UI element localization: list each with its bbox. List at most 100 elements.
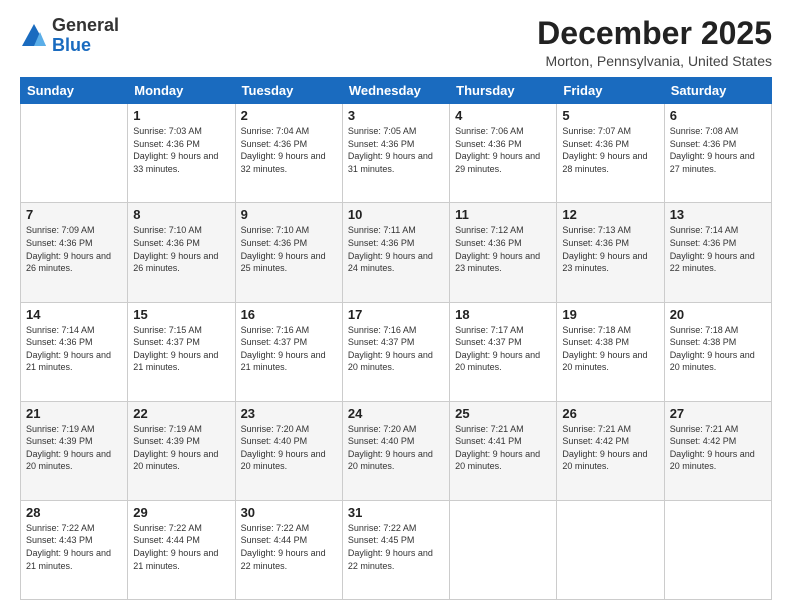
week-row-0: 1 Sunrise: 7:03 AMSunset: 4:36 PMDaylight…	[21, 104, 772, 203]
day-info: Sunrise: 7:10 AMSunset: 4:36 PMDaylight:…	[241, 224, 337, 274]
day-info: Sunrise: 7:22 AMSunset: 4:44 PMDaylight:…	[133, 522, 229, 572]
day-info: Sunrise: 7:20 AMSunset: 4:40 PMDaylight:…	[241, 423, 337, 473]
logo-text: General Blue	[52, 16, 119, 56]
day-info: Sunrise: 7:04 AMSunset: 4:36 PMDaylight:…	[241, 125, 337, 175]
day-info: Sunrise: 7:16 AMSunset: 4:37 PMDaylight:…	[241, 324, 337, 374]
day-number: 22	[133, 406, 229, 421]
header-friday: Friday	[557, 78, 664, 104]
calendar-cell: 5Sunrise: 7:07 AMSunset: 4:36 PMDaylight…	[557, 104, 664, 203]
calendar-table: SundayMondayTuesdayWednesdayThursdayFrid…	[20, 77, 772, 600]
logo: General Blue	[20, 16, 119, 56]
logo-general-text: General	[52, 15, 119, 35]
day-info: Sunrise: 7:13 AMSunset: 4:36 PMDaylight:…	[562, 224, 658, 274]
day-info: Sunrise: 7:18 AMSunset: 4:38 PMDaylight:…	[562, 324, 658, 374]
calendar-cell: 21 Sunrise: 7:19 AMSunset: 4:39 PMDayligh…	[21, 401, 128, 500]
day-number: 18	[455, 307, 551, 322]
calendar-cell	[664, 500, 771, 599]
week-row-4: 28 Sunrise: 7:22 AMSunset: 4:43 PMDayligh…	[21, 500, 772, 599]
day-info: Sunrise: 7:10 AMSunset: 4:36 PMDaylight:…	[133, 224, 229, 274]
day-number: 23	[241, 406, 337, 421]
day-number: 10	[348, 207, 444, 222]
calendar-cell: 13 Sunrise: 7:14 AMSunset: 4:36 PMDayligh…	[664, 203, 771, 302]
day-number: 12	[562, 207, 658, 222]
calendar-cell: 6 Sunrise: 7:08 AMSunset: 4:36 PMDaylight…	[664, 104, 771, 203]
title-area: December 2025 Morton, Pennsylvania, Unit…	[537, 16, 772, 69]
calendar-cell: 23 Sunrise: 7:20 AMSunset: 4:40 PMDayligh…	[235, 401, 342, 500]
day-info: Sunrise: 7:03 AMSunset: 4:36 PMDaylight:…	[133, 125, 229, 175]
calendar-cell: 3 Sunrise: 7:05 AMSunset: 4:36 PMDaylight…	[342, 104, 449, 203]
day-info: Sunrise: 7:20 AMSunset: 4:40 PMDaylight:…	[348, 423, 444, 473]
day-number: 11	[455, 207, 551, 222]
day-number: 2	[241, 108, 337, 123]
day-number: 21	[26, 406, 122, 421]
header-thursday: Thursday	[450, 78, 557, 104]
day-number: 15	[133, 307, 229, 322]
day-number: 16	[241, 307, 337, 322]
week-row-3: 21 Sunrise: 7:19 AMSunset: 4:39 PMDayligh…	[21, 401, 772, 500]
calendar-cell: 19Sunrise: 7:18 AMSunset: 4:38 PMDayligh…	[557, 302, 664, 401]
day-info: Sunrise: 7:19 AMSunset: 4:39 PMDaylight:…	[26, 423, 122, 473]
day-info: Sunrise: 7:08 AMSunset: 4:36 PMDaylight:…	[670, 125, 766, 175]
page: General Blue December 2025 Morton, Penns…	[0, 0, 792, 612]
day-info: Sunrise: 7:22 AMSunset: 4:45 PMDaylight:…	[348, 522, 444, 572]
day-number: 25	[455, 406, 551, 421]
header-tuesday: Tuesday	[235, 78, 342, 104]
day-number: 17	[348, 307, 444, 322]
day-number: 24	[348, 406, 444, 421]
calendar-cell: 26 Sunrise: 7:21 AMSunset: 4:42 PMDayligh…	[557, 401, 664, 500]
day-info: Sunrise: 7:21 AMSunset: 4:42 PMDaylight:…	[562, 423, 658, 473]
calendar-cell: 8 Sunrise: 7:10 AMSunset: 4:36 PMDaylight…	[128, 203, 235, 302]
header-saturday: Saturday	[664, 78, 771, 104]
day-info: Sunrise: 7:15 AMSunset: 4:37 PMDaylight:…	[133, 324, 229, 374]
calendar-cell: 18 Sunrise: 7:17 AMSunset: 4:37 PMDayligh…	[450, 302, 557, 401]
week-row-2: 14Sunrise: 7:14 AMSunset: 4:36 PMDayligh…	[21, 302, 772, 401]
day-info: Sunrise: 7:22 AMSunset: 4:44 PMDaylight:…	[241, 522, 337, 572]
day-info: Sunrise: 7:21 AMSunset: 4:41 PMDaylight:…	[455, 423, 551, 473]
day-number: 8	[133, 207, 229, 222]
month-title: December 2025	[537, 16, 772, 51]
day-info: Sunrise: 7:12 AMSunset: 4:36 PMDaylight:…	[455, 224, 551, 274]
day-info: Sunrise: 7:22 AMSunset: 4:43 PMDaylight:…	[26, 522, 122, 572]
day-number: 26	[562, 406, 658, 421]
day-number: 30	[241, 505, 337, 520]
day-number: 27	[670, 406, 766, 421]
day-info: Sunrise: 7:17 AMSunset: 4:37 PMDaylight:…	[455, 324, 551, 374]
day-number: 9	[241, 207, 337, 222]
day-number: 14	[26, 307, 122, 322]
calendar-cell: 15 Sunrise: 7:15 AMSunset: 4:37 PMDayligh…	[128, 302, 235, 401]
day-number: 13	[670, 207, 766, 222]
day-number: 3	[348, 108, 444, 123]
day-info: Sunrise: 7:16 AMSunset: 4:37 PMDaylight:…	[348, 324, 444, 374]
header: General Blue December 2025 Morton, Penns…	[20, 16, 772, 69]
calendar-cell: 22 Sunrise: 7:19 AMSunset: 4:39 PMDayligh…	[128, 401, 235, 500]
logo-blue-text: Blue	[52, 35, 91, 55]
calendar-header-row: SundayMondayTuesdayWednesdayThursdayFrid…	[21, 78, 772, 104]
calendar-cell: 17 Sunrise: 7:16 AMSunset: 4:37 PMDayligh…	[342, 302, 449, 401]
day-info: Sunrise: 7:07 AMSunset: 4:36 PMDaylight:…	[562, 125, 658, 175]
calendar-cell: 9 Sunrise: 7:10 AMSunset: 4:36 PMDaylight…	[235, 203, 342, 302]
day-info: Sunrise: 7:06 AMSunset: 4:36 PMDaylight:…	[455, 125, 551, 175]
calendar-cell: 11 Sunrise: 7:12 AMSunset: 4:36 PMDayligh…	[450, 203, 557, 302]
week-row-1: 7Sunrise: 7:09 AMSunset: 4:36 PMDaylight…	[21, 203, 772, 302]
day-number: 6	[670, 108, 766, 123]
calendar-cell: 10Sunrise: 7:11 AMSunset: 4:36 PMDayligh…	[342, 203, 449, 302]
calendar-cell	[21, 104, 128, 203]
day-number: 20	[670, 307, 766, 322]
day-info: Sunrise: 7:09 AMSunset: 4:36 PMDaylight:…	[26, 224, 122, 274]
day-number: 1	[133, 108, 229, 123]
day-info: Sunrise: 7:14 AMSunset: 4:36 PMDaylight:…	[670, 224, 766, 274]
calendar-cell: 16 Sunrise: 7:16 AMSunset: 4:37 PMDayligh…	[235, 302, 342, 401]
calendar-cell	[557, 500, 664, 599]
day-number: 4	[455, 108, 551, 123]
day-number: 29	[133, 505, 229, 520]
header-monday: Monday	[128, 78, 235, 104]
calendar-cell: 27Sunrise: 7:21 AMSunset: 4:42 PMDayligh…	[664, 401, 771, 500]
day-info: Sunrise: 7:19 AMSunset: 4:39 PMDaylight:…	[133, 423, 229, 473]
calendar-cell: 31Sunrise: 7:22 AMSunset: 4:45 PMDayligh…	[342, 500, 449, 599]
header-wednesday: Wednesday	[342, 78, 449, 104]
calendar-cell: 28 Sunrise: 7:22 AMSunset: 4:43 PMDayligh…	[21, 500, 128, 599]
day-info: Sunrise: 7:05 AMSunset: 4:36 PMDaylight:…	[348, 125, 444, 175]
calendar-cell: 24 Sunrise: 7:20 AMSunset: 4:40 PMDayligh…	[342, 401, 449, 500]
day-info: Sunrise: 7:18 AMSunset: 4:38 PMDaylight:…	[670, 324, 766, 374]
day-number: 28	[26, 505, 122, 520]
